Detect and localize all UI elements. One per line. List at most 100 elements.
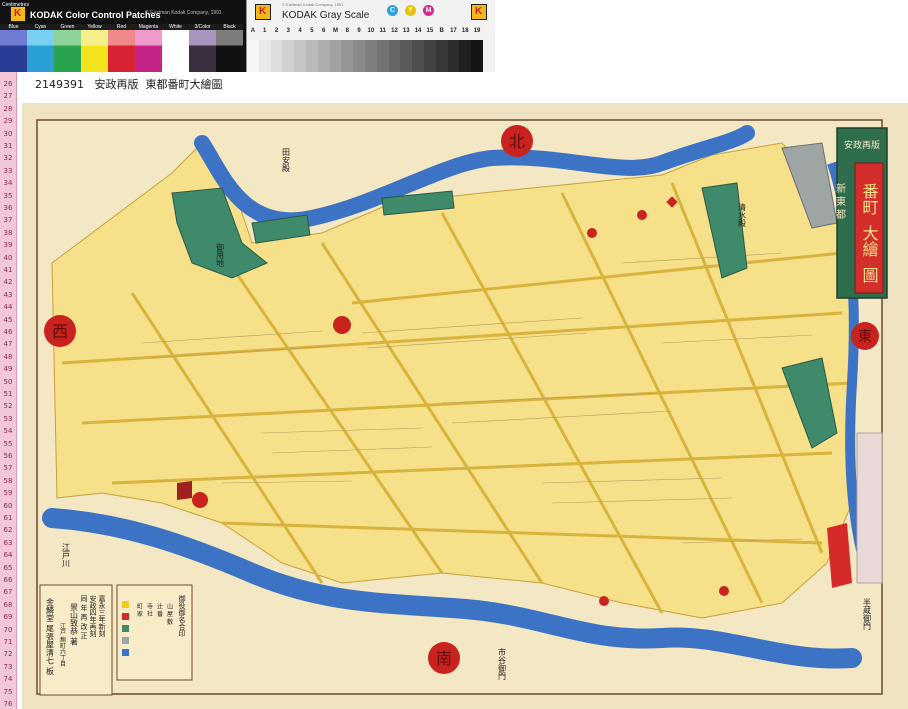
ruler-tick-label: 26 — [3, 80, 13, 88]
ruler-tick-label: 66 — [3, 576, 13, 584]
cmy-dot-y: Y — [405, 5, 416, 16]
gray-step-label: 1 — [263, 28, 267, 34]
gray-step-patch — [459, 40, 472, 72]
gray-step-patch — [270, 40, 283, 72]
color-patch-cyan: Cyan — [27, 24, 54, 72]
color-patch-label: Black — [216, 24, 243, 30]
color-patch-label: Red — [108, 24, 135, 30]
ruler-tick-label: 38 — [3, 228, 13, 237]
ruler-tick-label: 56 — [3, 452, 13, 460]
svg-text:安政四年再刻: 安政四年再刻 — [89, 594, 97, 638]
ruler-tick-label: 49 — [3, 365, 13, 374]
color-patch-label: Green — [54, 24, 81, 30]
ruler-tick-label: 55 — [3, 439, 13, 448]
svg-text:山 屋 敷: 山 屋 敷 — [166, 602, 173, 626]
svg-text:町 家: 町 家 — [136, 603, 143, 617]
ruler-tick-label: 72 — [3, 650, 13, 659]
color-patch-label: Yellow — [81, 24, 108, 30]
ruler-tick-label: 50 — [3, 377, 13, 386]
ruler-tick-label: 54 — [3, 427, 13, 436]
svg-text:御役御名合印: 御役御名合印 — [178, 594, 186, 638]
gray-target-copyright: © Eastman Kodak Company, 1991 — [282, 2, 344, 7]
gray-step-patch — [376, 40, 389, 72]
ruler-tick-label: 46 — [3, 328, 13, 336]
gray-step-patch — [329, 40, 342, 72]
svg-text:景山致恭 著: 景山致恭 著 — [70, 603, 79, 647]
gray-step-patch — [258, 40, 271, 72]
ruler-tick-label: 68 — [3, 600, 13, 609]
ruler-tick-label: 69 — [3, 613, 13, 622]
gray-step-patch — [282, 40, 295, 72]
svg-text:圖: 圖 — [860, 267, 879, 283]
color-patch-white: White — [162, 24, 189, 72]
gray-step-patch — [423, 40, 436, 72]
svg-text:新 東 都: 新 東 都 — [834, 182, 846, 220]
ruler-tick-label: 28 — [3, 104, 13, 113]
color-patch-magenta: Magenta — [135, 24, 162, 72]
kodak-logo-icon — [471, 4, 487, 20]
color-patch-label: Magenta — [135, 24, 162, 30]
ruler-tick-label: 30 — [3, 129, 13, 138]
svg-text:江戸 麹町六丁目: 江戸 麹町六丁目 — [59, 623, 66, 668]
kodak-color-control-target: Centimetres KODAK Color Control Patches … — [0, 0, 246, 72]
ruler-tick-label: 34 — [3, 179, 13, 188]
ruler-tick-label: 76 — [3, 700, 13, 708]
gray-step-label: 6 — [322, 28, 326, 34]
ruler-tick-label: 51 — [3, 390, 13, 398]
gray-step-label: 12 — [391, 28, 398, 34]
color-patch-3-color: 3/Color — [189, 24, 216, 72]
color-patch-green: Green — [54, 24, 81, 72]
ruler-tick-label: 59 — [3, 489, 13, 498]
gray-step-label: 4 — [298, 28, 302, 34]
gray-step-label: 18 — [461, 28, 469, 34]
ruler-tick-label: 45 — [3, 315, 13, 324]
svg-text:同 年 再 改 正: 同 年 再 改 正 — [80, 595, 88, 639]
ruler-tick-label: 36 — [3, 204, 13, 212]
place-label-hanzomon: 半蔵御門 — [863, 597, 872, 631]
svg-text:南: 南 — [436, 649, 452, 668]
place-label-ichigaya: 市谷御門 — [498, 647, 507, 681]
map-drawing: 北 西 東 南 安政再版 新 東 都 番町 大繪 圖 嘉永三年新刻 安政四年再刻… — [22, 103, 908, 709]
place-label-tayasu: 田安殿 — [282, 148, 291, 173]
color-patch-label: Blue — [0, 24, 27, 30]
svg-text:北: 北 — [509, 132, 525, 151]
gray-step-patch — [341, 40, 354, 72]
svg-text:辻 番: 辻 番 — [156, 602, 163, 618]
gray-step-patch — [317, 40, 330, 72]
compass-north-seal: 北 — [501, 125, 533, 157]
ruler-tick-label: 62 — [3, 526, 13, 535]
gray-step-patch — [388, 40, 401, 72]
compass-west-seal: 西 — [44, 315, 76, 347]
legend-swatch-blue — [122, 649, 129, 656]
color-patch-label: 3/Color — [189, 24, 216, 30]
gray-step-patch — [400, 40, 413, 72]
gray-step-labels: A 1 2 3 4 5 6 M 8 9 10 11 12 13 14 15 B 17 18 19 — [247, 28, 483, 34]
legend-swatch-gray — [122, 637, 129, 644]
ruler-tick-label: 73 — [3, 662, 13, 671]
gray-step-label: 5 — [310, 28, 314, 34]
color-patch-red: Red — [108, 24, 135, 72]
ruler-tick-label: 29 — [3, 117, 13, 126]
color-patch-blue: Blue — [0, 24, 27, 72]
ruler-tick-label: 67 — [3, 588, 13, 597]
map-legend: 御役御名合印 山 屋 敷 辻 番 寺 社 町 家 — [116, 584, 193, 681]
ruler-tick-label: 31 — [3, 142, 13, 150]
gray-step-label: B — [439, 28, 444, 34]
kodak-logo-icon — [10, 6, 26, 22]
ruler-tick-label: 61 — [3, 514, 13, 522]
ruler-tick-label: 41 — [3, 266, 13, 274]
ruler-tick-label: 75 — [3, 687, 13, 696]
title-cartouche: 安政再版 新 東 都 番町 大繪 圖 — [834, 127, 888, 299]
measuring-ruler: 26 27 28 29 30 31 32 33 34 35 36 37 38 39 40 41 42 43 44 45… — [0, 72, 17, 709]
svg-text:番町: 番町 — [860, 183, 879, 215]
color-target-title: KODAK Color Control Patches — [30, 10, 161, 20]
gray-step-patch — [353, 40, 365, 72]
compass-south-seal: 南 — [428, 642, 460, 674]
gray-step-label: 15 — [426, 28, 434, 34]
gray-step-label: M — [332, 28, 338, 34]
ruler-tick-label: 74 — [3, 675, 13, 684]
color-patch-black: Black — [216, 24, 243, 72]
cmy-dot-c: C — [387, 5, 398, 16]
cmy-dot-m: M — [423, 5, 434, 16]
gray-step-label: A — [250, 28, 256, 34]
